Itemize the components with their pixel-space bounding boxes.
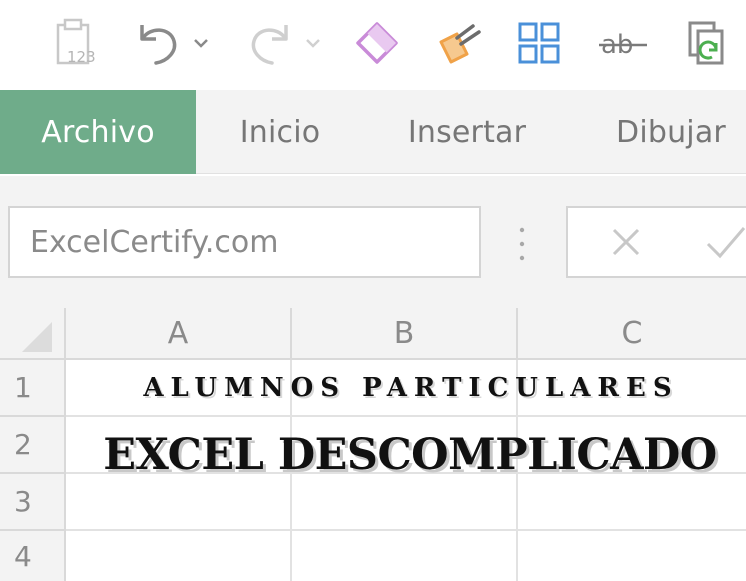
row-header-4[interactable]: 4 <box>0 531 66 581</box>
tab-archivo[interactable]: Archivo <box>0 90 196 174</box>
undo-dropdown-icon <box>194 39 208 48</box>
cell-row1-text: ALUMNOS PARTICULARES <box>143 373 679 403</box>
paste-values-icon: 123 <box>56 18 96 66</box>
undo-icon <box>140 25 177 65</box>
grid-view-icon <box>518 22 560 64</box>
more-options-icon[interactable] <box>517 224 527 264</box>
redo-icon <box>251 25 288 65</box>
formula-bar: ExcelCertify.com <box>0 176 746 308</box>
spreadsheet-grid: A B C 1 2 3 4 ALUMNOS PARTICULARES EXCEL… <box>0 308 746 581</box>
undo-button[interactable] <box>132 18 184 68</box>
cancel-icon[interactable] <box>604 220 648 264</box>
format-painter-button[interactable] <box>434 18 486 68</box>
format-painter-icon <box>439 24 481 64</box>
quick-access-toolbar: 123 ab <box>0 0 746 88</box>
ribbon-tabs: Archivo Inicio Insertar Dibujar <box>0 90 746 174</box>
cell-row2-text: EXCEL DESCOMPLICADO <box>103 430 717 480</box>
tab-dibujar[interactable]: Dibujar <box>596 90 746 174</box>
paste-values-label: 123 <box>67 48 96 66</box>
undo-dropdown-button[interactable] <box>190 18 212 68</box>
column-header-c[interactable]: C <box>518 308 746 360</box>
redo-dropdown-icon <box>306 39 320 48</box>
row-header-1[interactable]: 1 <box>0 360 66 417</box>
strikethrough-button[interactable]: ab <box>596 18 650 68</box>
grid-view-button[interactable] <box>514 18 564 68</box>
clear-button[interactable] <box>352 18 402 68</box>
refresh-copy-icon <box>688 21 724 65</box>
copy-refresh-button[interactable] <box>684 18 734 68</box>
column-header-b[interactable]: B <box>292 308 518 360</box>
eraser-icon <box>356 22 398 64</box>
row-header-3[interactable]: 3 <box>0 474 66 531</box>
tab-insertar[interactable]: Insertar <box>384 90 550 174</box>
paste-values-button[interactable]: 123 <box>52 18 102 68</box>
enter-check-icon[interactable] <box>704 222 746 262</box>
select-all-corner[interactable] <box>0 308 66 360</box>
tab-inicio[interactable]: Inicio <box>210 90 350 174</box>
redo-dropdown-button[interactable] <box>302 18 324 68</box>
formula-controls <box>566 206 746 278</box>
strikethrough-icon: ab <box>599 30 647 60</box>
row-divider <box>66 415 746 417</box>
redo-button[interactable] <box>244 18 296 68</box>
row-header-2[interactable]: 2 <box>0 417 66 474</box>
select-all-icon <box>22 322 52 352</box>
row-divider <box>66 529 746 531</box>
column-header-a[interactable]: A <box>66 308 292 360</box>
name-box[interactable]: ExcelCertify.com <box>8 206 481 278</box>
